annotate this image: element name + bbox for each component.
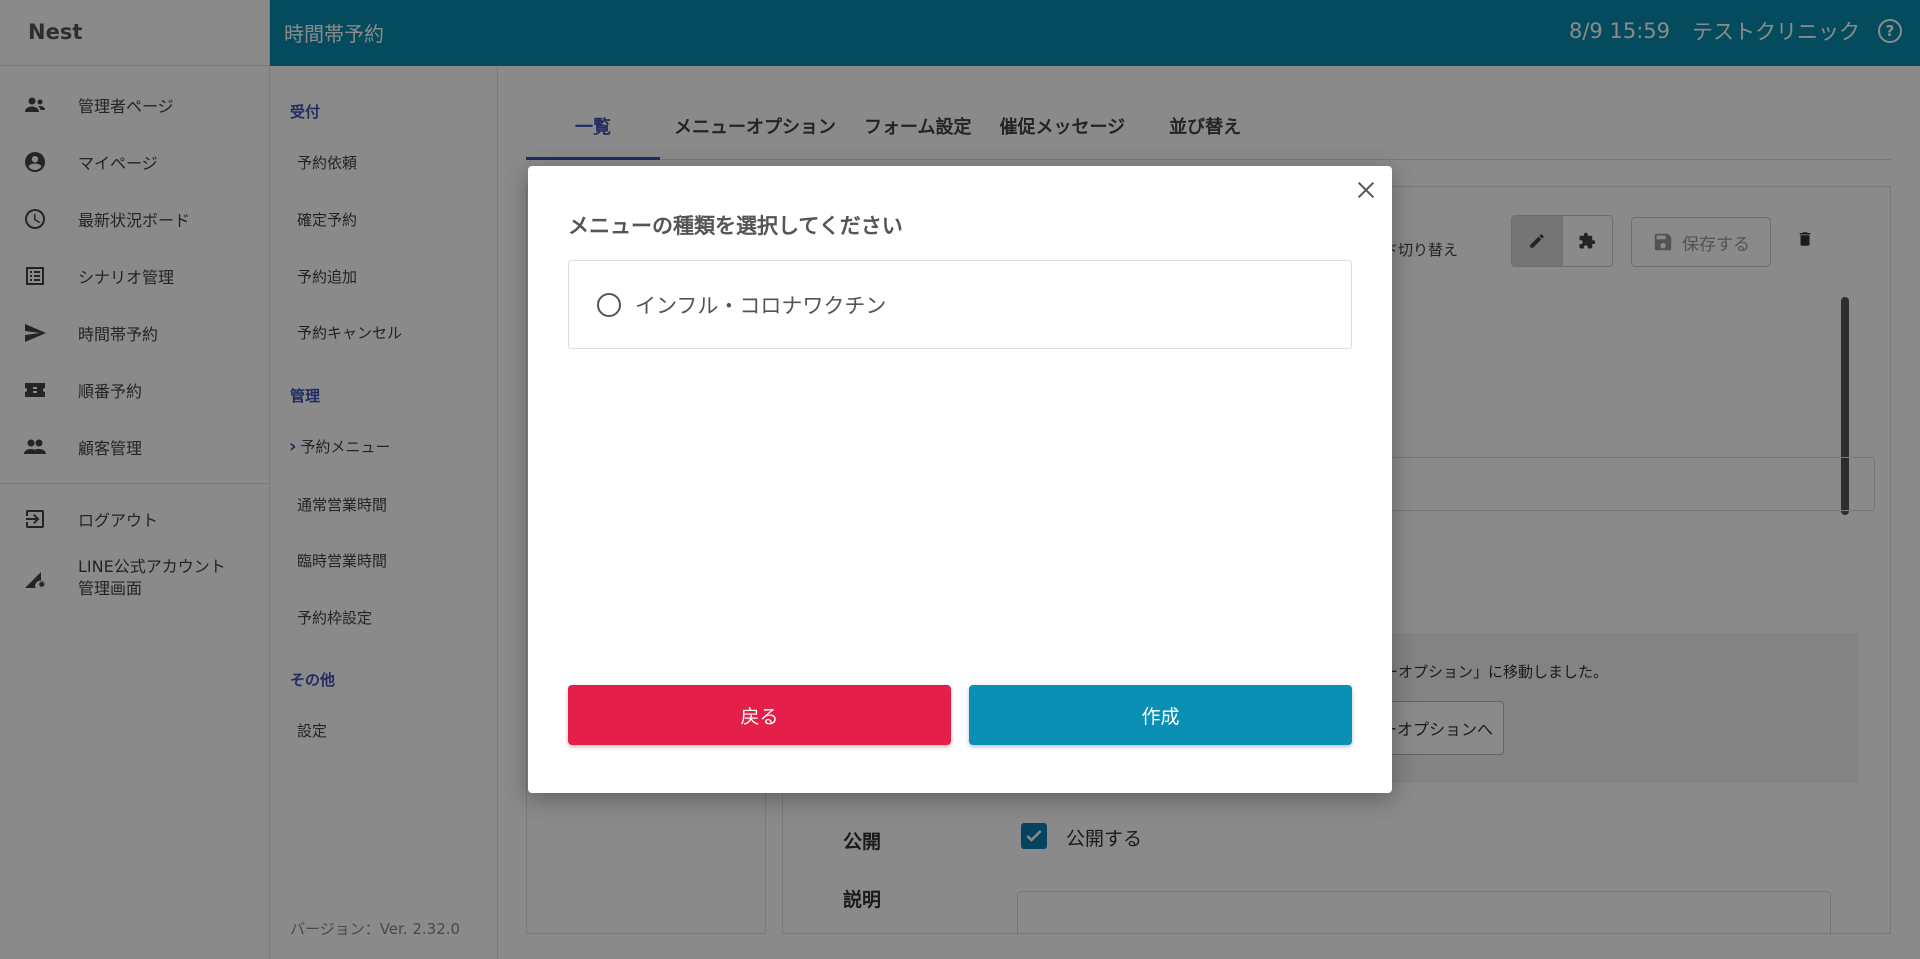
menu-type-dialog: メニューの種類を選択してください インフル・コロナワクチン 戻る 作成 xyxy=(528,166,1392,793)
menu-type-option[interactable]: インフル・コロナワクチン xyxy=(568,260,1352,349)
radio-button[interactable] xyxy=(597,292,621,317)
create-button[interactable]: 作成 xyxy=(969,685,1352,745)
close-button[interactable] xyxy=(1352,176,1380,204)
close-icon xyxy=(1357,181,1375,199)
back-button[interactable]: 戻る xyxy=(568,685,951,745)
dialog-title: メニューの種類を選択してください xyxy=(568,214,903,238)
option-label: インフル・コロナワクチン xyxy=(635,293,887,318)
